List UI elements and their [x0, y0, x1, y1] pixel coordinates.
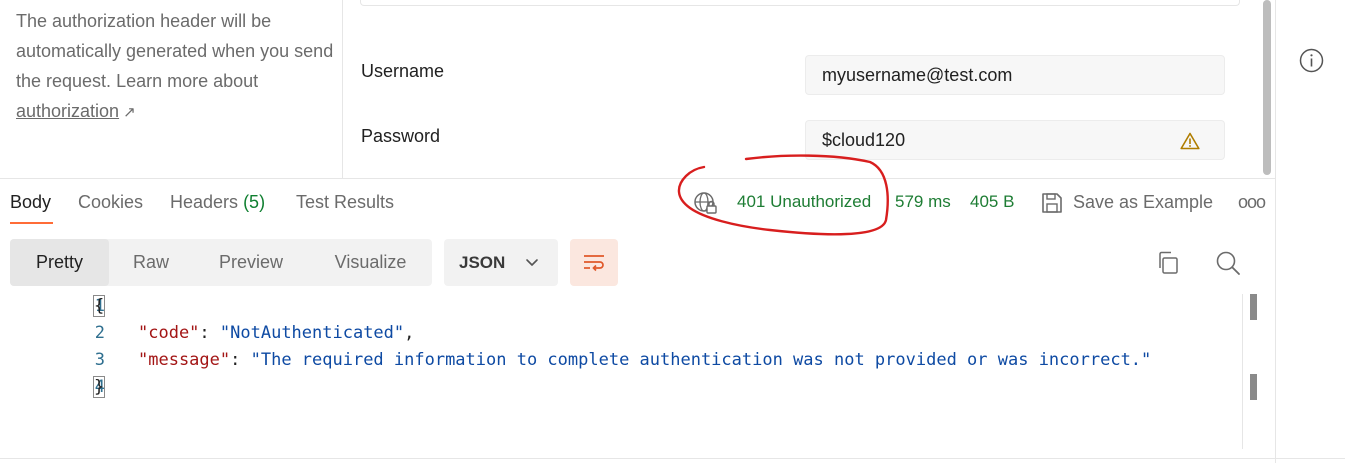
line-number: 2	[94, 323, 105, 343]
editor-gutter-divider	[1242, 294, 1243, 449]
json-value: "NotAuthenticated"	[219, 323, 405, 343]
open-brace: {	[92, 295, 106, 317]
response-size[interactable]: 405 B	[970, 192, 1014, 212]
code-line: 4 }	[0, 373, 1240, 400]
view-preview[interactable]: Preview	[193, 239, 309, 286]
username-field[interactable]: myusername@test.com	[805, 55, 1225, 95]
password-value: $cloud120	[822, 129, 906, 150]
headers-count-badge: (5)	[243, 192, 266, 212]
globe-lock-icon[interactable]	[693, 191, 719, 217]
more-options-icon[interactable]: ooo	[1238, 192, 1266, 213]
view-pretty[interactable]: Pretty	[10, 239, 109, 286]
previous-field	[360, 0, 1240, 6]
tab-headers-label: Headers	[170, 192, 239, 212]
save-icon[interactable]	[1040, 191, 1064, 215]
auth-help-text: The authorization header will be automat…	[16, 6, 336, 128]
code-line: 1 {	[0, 292, 1240, 319]
code-text: "code": "NotAuthenticated",	[138, 323, 415, 343]
editor-scroll-marker[interactable]	[1250, 374, 1257, 400]
code-text: }	[92, 376, 106, 398]
code-line: 3 "message": "The required information t…	[0, 346, 1240, 373]
save-as-example-button[interactable]: Save as Example	[1073, 192, 1213, 213]
active-tab-indicator	[10, 222, 53, 224]
auth-scrollbar[interactable]	[1263, 0, 1271, 175]
view-mode-switcher: Pretty Raw Preview Visualize	[10, 239, 432, 286]
response-time[interactable]: 579 ms	[895, 192, 951, 212]
search-icon[interactable]	[1215, 250, 1241, 276]
authorization-link[interactable]: authorization	[16, 101, 119, 121]
info-icon[interactable]	[1299, 48, 1324, 73]
format-select[interactable]: JSON	[444, 239, 558, 286]
warning-icon[interactable]	[1180, 132, 1200, 150]
chevron-down-icon	[526, 259, 538, 266]
panel-divider	[342, 0, 343, 178]
tab-headers[interactable]: Headers (5)	[170, 192, 265, 213]
section-divider	[0, 178, 1275, 179]
copy-icon[interactable]	[1155, 250, 1181, 276]
bottom-divider	[0, 458, 1345, 459]
view-visualize[interactable]: Visualize	[309, 239, 432, 286]
format-value: JSON	[459, 252, 506, 272]
sidebar-divider	[1275, 0, 1276, 463]
view-raw[interactable]: Raw	[109, 239, 193, 286]
code-text: "message": "The required information to …	[138, 350, 1152, 370]
json-value: "The required information to complete au…	[250, 350, 1152, 370]
status-code[interactable]: 401 Unauthorized	[737, 192, 871, 212]
tab-cookies[interactable]: Cookies	[78, 192, 143, 213]
word-wrap-button[interactable]	[570, 239, 618, 286]
password-label: Password	[361, 126, 441, 146]
username-label: Username	[361, 61, 445, 81]
line-number: 3	[94, 350, 105, 370]
json-key: "code"	[138, 323, 200, 343]
external-arrow-icon: ↗	[123, 104, 136, 121]
tab-test-results[interactable]: Test Results	[296, 192, 394, 213]
word-wrap-icon	[584, 255, 604, 272]
code-line: 2 "code": "NotAuthenticated",	[0, 319, 1240, 346]
auth-help-paragraph: The authorization header will be automat…	[16, 11, 334, 91]
json-key: "message"	[138, 350, 231, 370]
close-brace: }	[92, 376, 106, 398]
password-field[interactable]: $cloud120	[805, 120, 1225, 160]
code-text: {	[92, 295, 106, 317]
tab-body[interactable]: Body	[10, 192, 51, 213]
editor-scroll-marker[interactable]	[1250, 294, 1257, 320]
username-value: myusername@test.com	[822, 64, 1013, 85]
